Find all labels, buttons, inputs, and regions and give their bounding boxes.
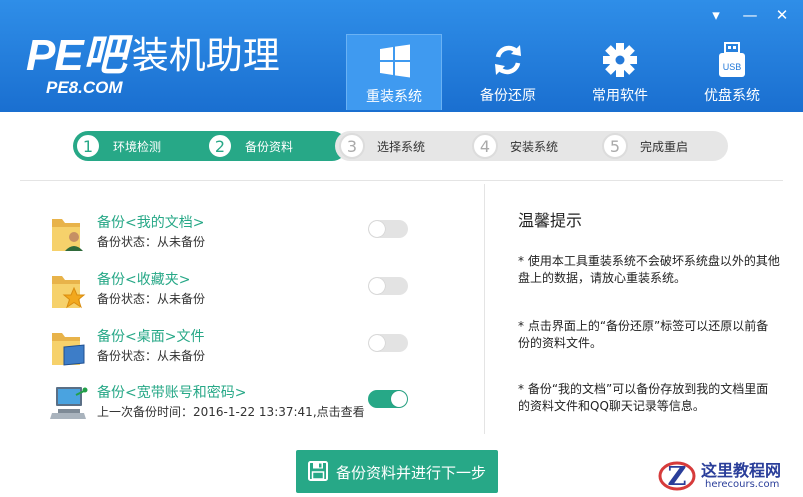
toggle-knob: [391, 391, 407, 407]
step-label: 完成重启: [640, 140, 689, 154]
tab-usb-system[interactable]: USB 优盘系统: [684, 34, 780, 110]
backup-toggle[interactable]: [368, 334, 408, 352]
step-finish-restart: 5 完成重启: [600, 131, 728, 161]
backup-item-favorites: 备份<收藏夹> 备份状态：从未备份: [50, 270, 410, 316]
step-number: 4: [472, 133, 498, 159]
logo-domain: PE8.COM: [46, 78, 123, 97]
step-install-system: 4 安装系统: [470, 131, 600, 161]
step-number: 5: [602, 133, 628, 159]
backup-toggle[interactable]: [368, 390, 408, 408]
logo-brand: PE吧: [26, 31, 127, 80]
usb-drive-icon: USB: [719, 42, 745, 77]
network-computer-icon: [50, 387, 88, 419]
step-select-system: 3 选择系统: [337, 131, 467, 161]
tip-text: * 点击界面上的“备份还原”标签可以还原以前备份的资料文件。: [518, 319, 769, 350]
floppy-disk-icon: [308, 461, 328, 481]
window-menu-button[interactable]: ▾: [706, 6, 726, 24]
backup-item-title: 备份<收藏夹>: [97, 272, 191, 288]
tab-label: 备份还原: [480, 88, 536, 104]
backup-and-next-button[interactable]: 备份资料并进行下一步: [296, 450, 498, 493]
backup-item-title: 备份<宽带账号和密码>: [97, 385, 247, 401]
backup-item-title: 备份<桌面>文件: [97, 329, 205, 345]
step-backup-data: 2 备份资料: [205, 131, 335, 161]
button-label: 备份资料并进行下一步: [336, 464, 487, 482]
app-logo: PE吧 装机助理 PE8.COM: [26, 31, 280, 98]
step-number: 2: [207, 133, 233, 159]
window-minimize-button[interactable]: —: [740, 6, 760, 24]
step-number: 3: [339, 133, 365, 159]
tab-reinstall-system[interactable]: 重装系统: [346, 34, 442, 110]
watermark-site-name: 这里教程网: [701, 461, 782, 480]
backup-item-status: 备份状态：从未备份: [97, 349, 206, 363]
step-label: 备份资料: [245, 140, 294, 154]
watermark-logo-icon: Z: [658, 461, 696, 492]
tip-text: * 使用本工具重装系统不会破坏系统盘以外的其他盘上的数据，请放心重装系统。: [518, 254, 780, 285]
usb-icon-text: USB: [723, 62, 742, 72]
tab-label: 重装系统: [366, 89, 422, 105]
tab-label: 优盘系统: [704, 88, 760, 104]
backup-toggle[interactable]: [368, 277, 408, 295]
toggle-knob: [369, 278, 385, 294]
divider: [484, 184, 485, 434]
backup-item-desktop: 备份<桌面>文件 备份状态：从未备份: [50, 327, 410, 373]
logo-title: 装机助理: [131, 34, 280, 77]
backup-item-status[interactable]: 上一次备份时间：2016-1-22 13:37:41,点击查看: [97, 403, 365, 420]
step-environment-check: 1 环境检测: [73, 131, 203, 161]
watermark-site-url: herecours.com: [705, 479, 780, 490]
tips-title: 温馨提示: [518, 211, 583, 230]
backup-item-my-documents: 备份<我的文档> 备份状态：从未备份: [50, 213, 410, 259]
refresh-icon: [495, 45, 521, 75]
tab-backup-restore[interactable]: 备份还原: [460, 34, 556, 110]
toggle-knob: [369, 335, 385, 351]
step-number: 1: [75, 133, 101, 159]
backup-item-broadband-account: 备份<宽带账号和密码> 上一次备份时间：2016-1-22 13:37:41,点…: [50, 383, 410, 429]
step-label: 环境检测: [113, 140, 162, 154]
backup-item-status: 备份状态：从未备份: [97, 235, 206, 249]
favorites-folder-icon: [52, 276, 86, 309]
tab-label: 常用软件: [592, 88, 648, 104]
site-watermark: Z 这里教程网 herecours.com: [655, 455, 803, 497]
backup-toggle[interactable]: [368, 220, 408, 238]
divider: [20, 180, 783, 181]
window-close-button[interactable]: ✕: [772, 6, 792, 24]
step-label: 选择系统: [377, 140, 426, 154]
user-folder-icon: [52, 219, 83, 251]
svg-text:Z: Z: [668, 462, 687, 492]
desktop-folder-icon: [52, 333, 85, 366]
toggle-knob: [369, 221, 385, 237]
step-label: 安装系统: [510, 140, 559, 154]
backup-item-status: 备份状态：从未备份: [97, 292, 206, 306]
app-header: PE吧 装机助理 PE8.COM ▾ — ✕ 重装系统 备份还原 常用软件 US…: [0, 0, 803, 112]
progress-steps: 1 环境检测 2 备份资料 3 选择系统 4 安装系统 5 完成重启: [73, 131, 728, 161]
backup-item-title: 备份<我的文档>: [97, 215, 205, 231]
gear-icon: [603, 43, 637, 77]
tip-text: * 备份“我的文档”可以备份存放到我的文档里面的资料文件和QQ聊天记录等信息。: [518, 382, 769, 413]
tab-common-software[interactable]: 常用软件: [572, 34, 668, 110]
windows-icon: [380, 44, 410, 78]
